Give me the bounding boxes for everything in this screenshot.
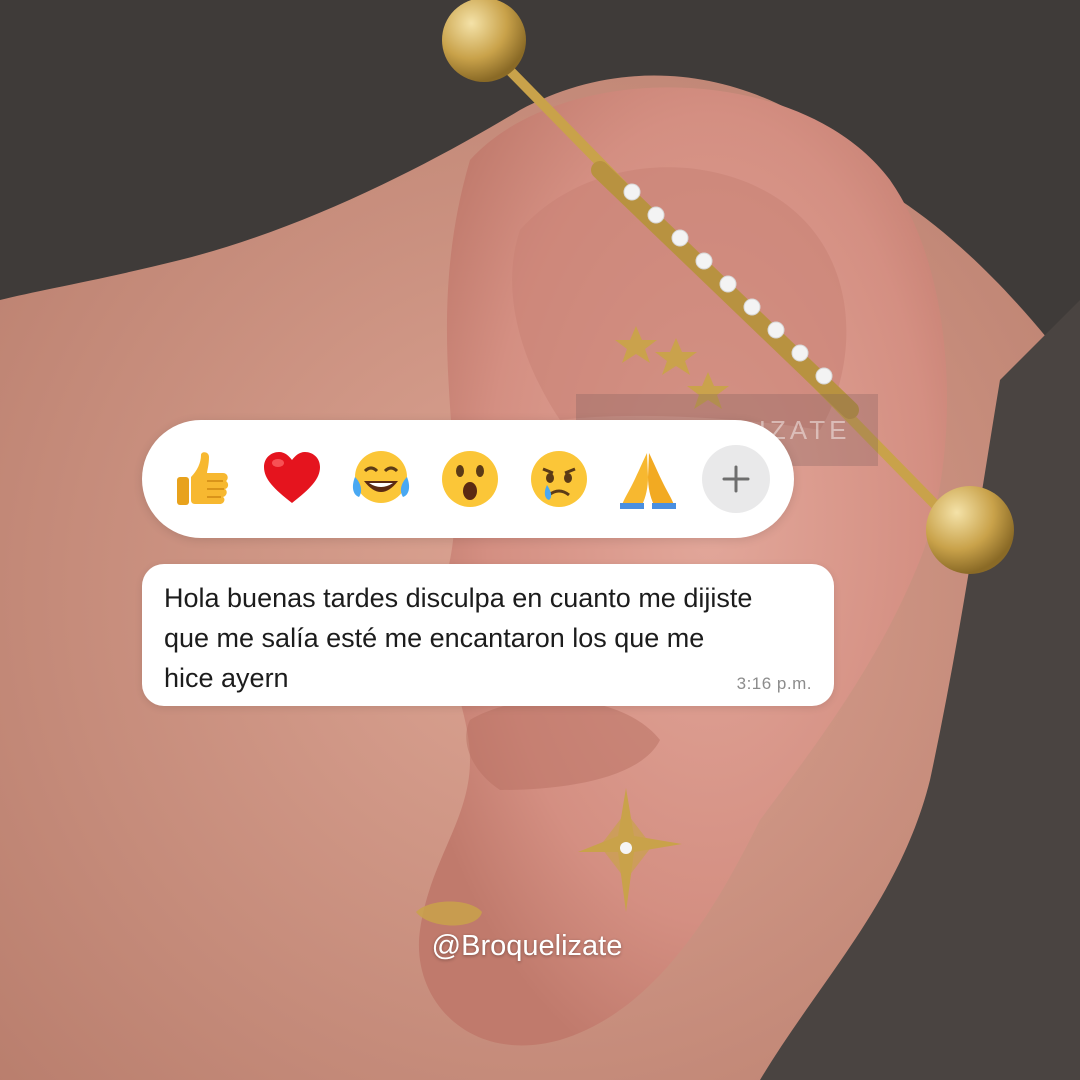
brand-handle: @Broquelizate bbox=[431, 930, 623, 962]
message-timestamp: 3:16 p.m. bbox=[736, 674, 812, 693]
ear-piercing-photo bbox=[0, 0, 1080, 1080]
reaction-picker bbox=[142, 420, 794, 538]
reaction-thumbs-up[interactable] bbox=[168, 444, 238, 514]
reaction-red-heart[interactable] bbox=[257, 444, 327, 514]
red-heart-icon bbox=[264, 452, 320, 503]
reaction-tears-of-joy[interactable] bbox=[346, 444, 416, 514]
message-text: Hola buenas tardes disculpa en cuanto me… bbox=[164, 583, 753, 693]
reaction-folded-hands[interactable] bbox=[613, 444, 683, 514]
reaction-crying-face[interactable] bbox=[524, 444, 594, 514]
reaction-open-mouth[interactable] bbox=[435, 444, 505, 514]
thumbs-up-icon bbox=[177, 452, 229, 505]
crying-face-icon bbox=[531, 451, 587, 507]
add-reaction-button[interactable] bbox=[702, 445, 770, 513]
folded-hands-icon bbox=[620, 453, 676, 509]
message-bubble[interactable]: Hola buenas tardes disculpa en cuanto me… bbox=[142, 564, 834, 706]
open-mouth-icon bbox=[442, 451, 498, 507]
plus-icon bbox=[722, 465, 750, 493]
tears-of-joy-icon bbox=[352, 451, 410, 503]
